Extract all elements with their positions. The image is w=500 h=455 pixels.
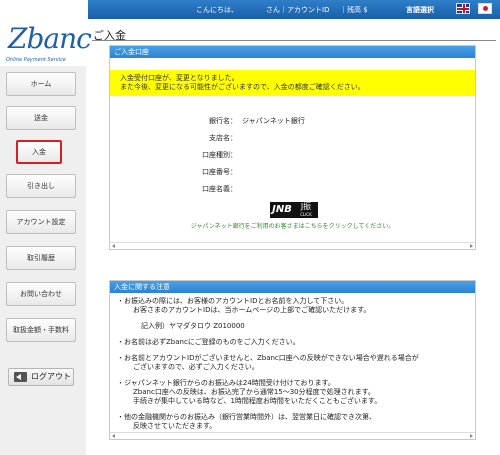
- notes-panel-header: 入金に関する注意: [110, 281, 475, 293]
- deposit-account-panel: ご入金口座 入金受付口座が、変更となりました。 また今後、変更になる可能性がござ…: [109, 45, 476, 250]
- note-example: 記入例）ヤマダタロウ Z010000: [141, 322, 245, 330]
- branch-name-label: 支店名：: [209, 134, 237, 142]
- note-line: 反映させていただきます。: [133, 422, 217, 430]
- greeting-text: こんにちは、: [196, 6, 238, 14]
- notice-line-1: 入金受付口座が、変更となりました。: [120, 74, 239, 82]
- jnb-transfer-button[interactable]: JNB J振 CLICK: [270, 202, 318, 218]
- deposit-panel-header: ご入金口座: [110, 46, 475, 58]
- sidebar: ホーム 送金 入金 引き出し アカウント設定 取引履歴 お問い合わせ 取扱金額・…: [0, 66, 86, 455]
- note-line: ・他の金融機関からのお振込み（銀行営業時間外）は、翌営業日に確認でき次第、: [117, 413, 376, 421]
- note-4: ・ジャパンネット銀行からのお振込みは24時間受け付けております。 Zbanc口座…: [117, 379, 468, 406]
- japan-flag-icon[interactable]: [478, 3, 492, 14]
- horizontal-scrollbar[interactable]: [110, 242, 475, 249]
- note-1: ・お振込みの際には、お客様のアカウントIDとお名前を入力して下さい。 お客さまの…: [117, 297, 468, 315]
- account-holder-label: 口座名義：: [202, 185, 237, 193]
- note-line: お客さまのアカウントIDは、当ホームページの上部でご確認いただけます。: [133, 306, 371, 314]
- deposit-notes-panel: 入金に関する注意 ・お振込みの際には、お客様のアカウントIDとお名前を入力して下…: [109, 280, 476, 440]
- sidebar-item-home[interactable]: ホーム: [6, 72, 76, 96]
- note-line: ・お振込みの際には、お客様のアカウントIDとお名前を入力して下さい。: [117, 297, 349, 305]
- notes-body: ・お振込みの際には、お客様のアカウントIDとお名前を入力して下さい。 お客さまの…: [110, 293, 475, 442]
- note-3: ・お名前とアカウントIDがございませんと、Zbanc口座への反映ができない場合や…: [117, 354, 468, 372]
- logo-name: Zbanc: [8, 22, 92, 55]
- jnb-link[interactable]: ジャパンネット銀行をご利用のお客さまはこちらをクリックしてください。: [110, 221, 475, 230]
- sidebar-item-send[interactable]: 送金: [6, 106, 76, 130]
- account-type-label: 口座種別：: [202, 151, 237, 159]
- top-bar: こんにちは、 さん｜アカウントID ｜残高 $ 言語選択: [88, 0, 500, 19]
- bank-name-label: 銀行名：: [209, 117, 237, 125]
- notice-line-2: また今後、変更になる可能性がございますので、入金の都度ご確認ください。: [120, 83, 365, 91]
- scroll-right-icon[interactable]: [470, 434, 473, 438]
- sidebar-item-fees[interactable]: 取扱金額・手数料: [6, 318, 76, 342]
- title-divider: [92, 40, 496, 41]
- user-account-text: さん｜アカウントID: [266, 6, 330, 14]
- scroll-right-icon[interactable]: [470, 244, 473, 248]
- j-furi-badge: J振 CLICK: [294, 202, 318, 218]
- j-furi-text: J振: [300, 202, 312, 211]
- note-line: Zbanc口座への反映は、お振込完了から通常15〜30分程度で処理されます。: [133, 388, 375, 396]
- logo-tagline: Online Payment Service: [6, 57, 66, 63]
- note-5: ・他の金融機関からのお振込み（銀行営業時間外）は、翌営業日に確認でき次第、 反映…: [117, 413, 468, 431]
- logo[interactable]: Zbanc Online Payment Service: [4, 20, 92, 68]
- note-line: ・お名前とアカウントIDがございませんと、Zbanc口座への反映ができない場合や…: [117, 354, 419, 362]
- click-text: CLICK: [300, 212, 312, 217]
- scroll-left-icon[interactable]: [112, 244, 115, 248]
- bank-name-value: ジャパンネット銀行: [242, 117, 305, 125]
- language-select-label[interactable]: 言語選択: [406, 5, 434, 15]
- arrow-left-icon: [14, 372, 27, 382]
- account-number-label: 口座番号：: [202, 168, 237, 176]
- jnb-logo: JNB: [270, 202, 294, 218]
- balance-text: ｜残高 $: [340, 6, 368, 14]
- note-line: ございますので、必ずご入力ください。: [133, 363, 259, 371]
- scroll-left-icon[interactable]: [112, 434, 115, 438]
- notice-banner: 入金受付口座が、変更となりました。 また今後、変更になる可能性がございますので、…: [110, 70, 475, 96]
- note-line: 手続きが集中している時など、1時間程度お時間をいただくこともございます。: [133, 397, 382, 405]
- sidebar-item-deposit[interactable]: 入金: [16, 140, 62, 164]
- logout-label: ログアウト: [31, 372, 71, 381]
- sidebar-item-withdraw[interactable]: 引き出し: [6, 174, 76, 198]
- note-line: ・ジャパンネット銀行からのお振込みは24時間受け付けております。: [117, 379, 335, 387]
- note-2: ・お名前は必ずZbancにご登録のものをご入力ください。: [117, 338, 300, 346]
- horizontal-scrollbar[interactable]: [110, 432, 475, 439]
- sidebar-item-history[interactable]: 取引履歴: [6, 246, 76, 270]
- sidebar-item-account-settings[interactable]: アカウント設定: [6, 210, 76, 234]
- logout-button[interactable]: ログアウト: [8, 368, 74, 386]
- uk-flag-icon[interactable]: [456, 3, 470, 14]
- sidebar-item-contact[interactable]: お問い合わせ: [6, 282, 76, 306]
